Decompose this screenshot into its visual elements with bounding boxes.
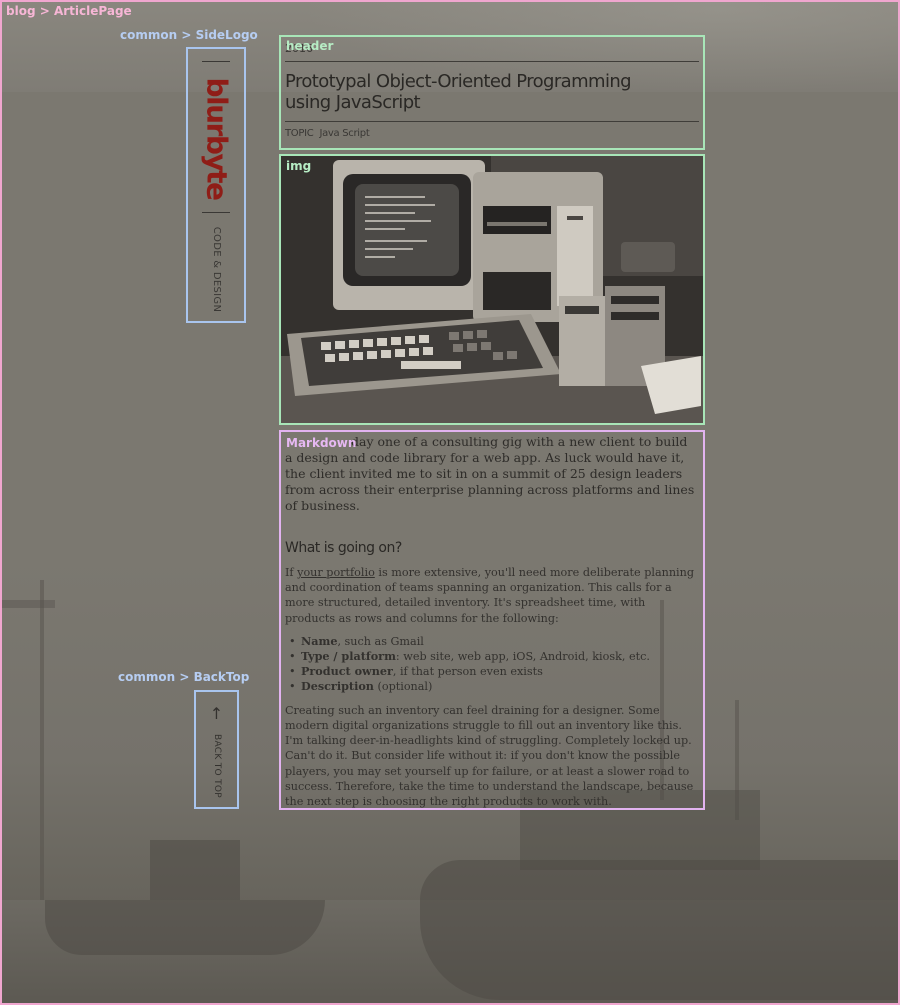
article-header: 2016 Prototypal Object-Oriented Programm… [279,35,705,150]
list-item: • Type / platform: web site, web app, iOS… [289,648,650,663]
img-component-label: img [286,159,312,173]
list-item: • Product owner, if that person even exis… [289,663,543,678]
article-title-line-2: using JavaScript [285,92,421,113]
hero-image [279,154,705,425]
back-to-top-button[interactable]: ↑ BACK TO TOP [194,690,239,809]
brand-name: blurbyte [200,76,234,200]
page-component-label: blog > ArticlePage [6,4,132,18]
back-to-top-label: BACK TO TOP [211,734,222,798]
side-logo[interactable]: blurbyte CODE & DESIGN [186,47,246,323]
brand-logo: blurbyte [189,73,245,203]
side-logo-component-label: common > SideLogo [120,28,258,42]
article-title-line-1: Prototypal Object-Oriented Programming [285,71,632,92]
topic-link[interactable]: Java Script [319,128,369,139]
back-top-component-label: common > BackTop [118,670,250,684]
header-rule-top [285,61,699,62]
logo-divider-top [202,61,230,62]
logo-divider-bottom [202,212,230,213]
brand-tagline-wrap: CODE & DESIGN [189,221,245,317]
inventory-columns-list: • Name, such as Gmail • Type / platform: w… [289,634,695,694]
brand-tagline: CODE & DESIGN [211,226,223,312]
body-paragraph-2: Creating such an inventory can feel drai… [285,703,694,809]
list-item: • Description (optional) [289,678,433,693]
section-heading: What is going on? [285,540,402,556]
article-topic: TOPIC Java Script [285,128,370,139]
vintage-computer-illustration [281,156,703,423]
body-paragraph-1: If your portfolio is more extensive, you… [285,566,694,625]
list-item: • Name, such as Gmail [289,633,424,648]
markdown-component-label: Markdown [286,436,357,450]
portfolio-link[interactable]: your portfolio [297,566,375,579]
topic-label: TOPIC [285,128,314,139]
article-body: day one of a consulting gig with a new c… [279,430,705,810]
arrow-up-icon: ↑ [209,704,224,723]
header-component-label: header [286,39,334,53]
header-rule-bottom [285,121,699,122]
article-title: Prototypal Object-Oriented Programming u… [285,71,685,113]
